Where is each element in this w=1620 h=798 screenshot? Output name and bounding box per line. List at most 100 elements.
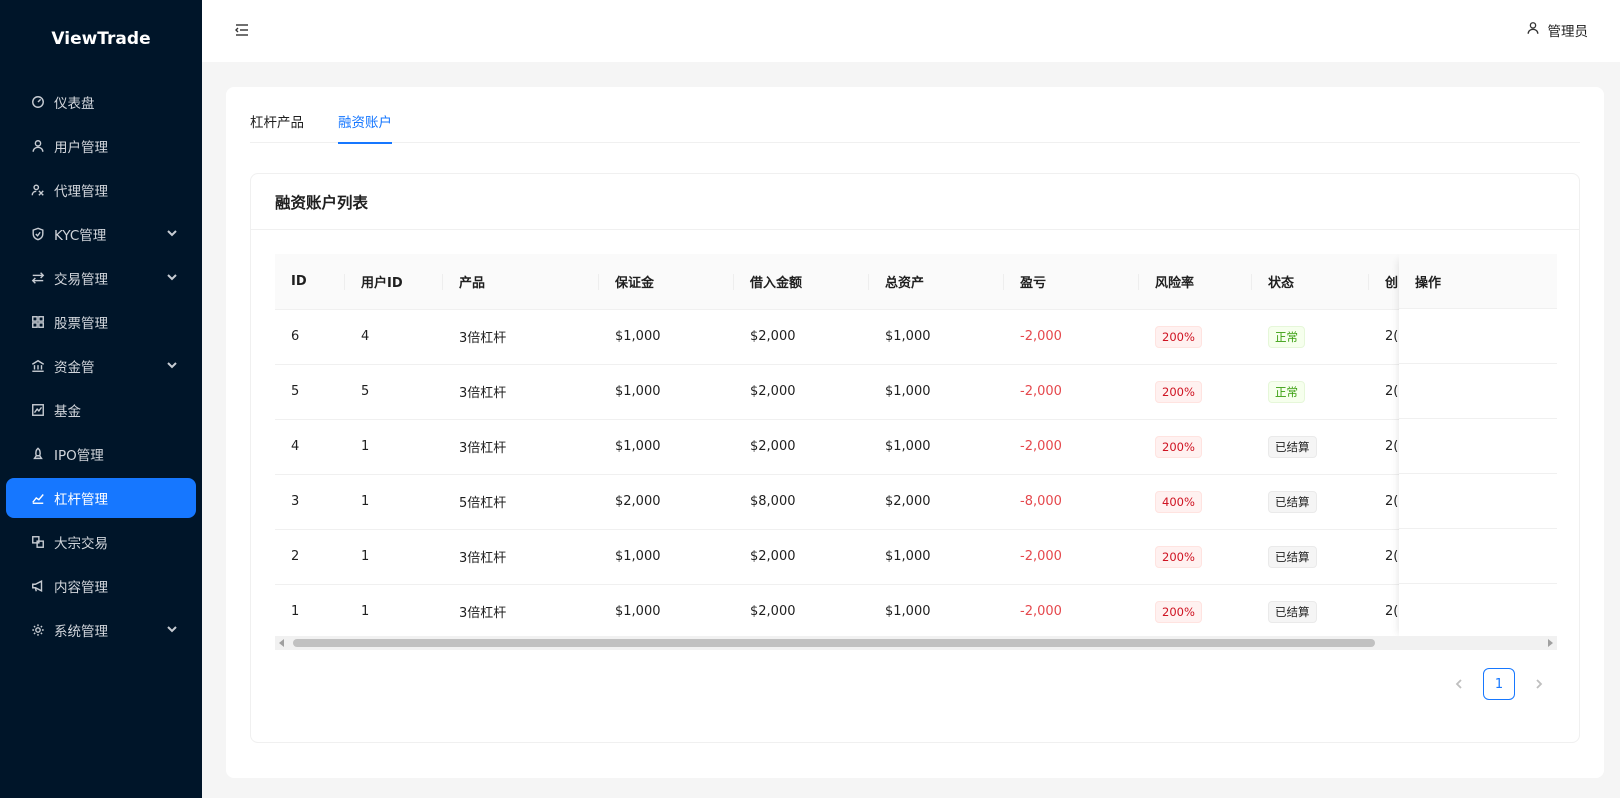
cell-status: 正常	[1252, 309, 1369, 365]
column-header: 总资产	[869, 254, 1004, 310]
risk-rate-badge: 200%	[1155, 435, 1202, 458]
sidebar-item[interactable]: 交易管理	[6, 258, 196, 298]
cell-status: 已结算	[1252, 529, 1369, 585]
cell-user-id: 5	[345, 364, 443, 420]
cell-margin: $1,000	[599, 419, 734, 475]
cell-pnl: -2,000	[1004, 419, 1139, 475]
tab-bar: 杠杆产品 融资账户	[250, 107, 1580, 144]
chevron-down-icon	[166, 227, 178, 239]
scrollbar-thumb[interactable]	[293, 639, 1375, 647]
column-header: 风险率	[1139, 254, 1252, 310]
sidebar-item[interactable]: 股票管理	[6, 302, 196, 342]
block-icon	[30, 534, 46, 550]
sidebar-item[interactable]: 代理管理	[6, 170, 196, 210]
cell-risk: 200%	[1139, 309, 1252, 365]
tab-leverage-products[interactable]: 杠杆产品	[250, 111, 304, 143]
horizontal-scrollbar[interactable]	[275, 636, 1557, 650]
table-body: 6 4 3倍杠杆 $1,000 $2,000 $1,000 -2,000 200% 正常 2(5 5…	[275, 309, 1557, 640]
accounts-table: ID 用户ID 产品 保证金 借入金额 总资产 盈亏 风险率 状态创 6 4 3倍杠杆 $1,000 $…	[275, 254, 1557, 640]
cell-risk: 200%	[1139, 584, 1252, 640]
fund-chart-icon	[30, 402, 46, 418]
tab-financing-accounts[interactable]: 融资账户	[338, 111, 392, 144]
cell-borrowed: $2,000	[734, 584, 869, 640]
column-header-label: 总资产	[885, 275, 925, 291]
cell-total: $1,000	[869, 364, 1004, 420]
table-row: 2 1 3倍杠杆 $1,000 $2,000 $1,000 -2,000 200% 已结算 2(	[275, 529, 1557, 585]
sidebar-item[interactable]: 资金管	[6, 346, 196, 386]
cell-id: 6	[275, 309, 345, 365]
table-row: 1 1 3倍杠杆 $1,000 $2,000 $1,000 -2,000 200% 已结算 2(	[275, 584, 1557, 640]
sidebar-item-label: 资金管	[54, 360, 95, 376]
app-logo: ViewTrade	[51, 29, 151, 49]
prev-page-button[interactable]	[1443, 668, 1475, 700]
column-header-label: 风险率	[1155, 275, 1195, 291]
menu-fold-icon[interactable]	[234, 22, 252, 38]
cell-product: 3倍杠杆	[443, 364, 599, 420]
sidebar-item[interactable]: 内容管理	[6, 566, 196, 606]
actions-cell	[1399, 419, 1557, 474]
cell-id: 5	[275, 364, 345, 420]
cell-status: 已结算	[1252, 419, 1369, 475]
cell-total: $1,000	[869, 309, 1004, 365]
cell-product: 5倍杠杆	[443, 474, 599, 530]
cell-user-id: 1	[345, 474, 443, 530]
cell-borrowed: $2,000	[734, 309, 869, 365]
pagination: 1	[1443, 668, 1555, 700]
sidebar-item[interactable]: 用户管理	[6, 126, 196, 166]
status-badge: 正常	[1268, 325, 1305, 348]
column-header: 盈亏	[1004, 254, 1139, 310]
sidebar-item[interactable]: 大宗交易	[6, 522, 196, 562]
sidebar-item[interactable]: 基金	[6, 390, 196, 430]
cell-product: 3倍杠杆	[443, 419, 599, 475]
column-header-label: 产品	[459, 275, 486, 291]
top-header: 管理员	[202, 0, 1620, 62]
cell-risk: 200%	[1139, 529, 1252, 585]
column-header-label: 借入金额	[750, 275, 803, 291]
user-menu[interactable]: 管理员	[1526, 20, 1589, 40]
grid-icon	[30, 314, 46, 330]
status-badge: 已结算	[1268, 600, 1317, 623]
table-row: 5 5 3倍杠杆 $1,000 $2,000 $1,000 -2,000 200% 正常 2(	[275, 364, 1557, 420]
user-name: 管理员	[1547, 24, 1589, 40]
cell-product: 3倍杠杆	[443, 584, 599, 640]
status-badge: 已结算	[1268, 490, 1317, 513]
scroll-left-arrow-icon[interactable]	[279, 639, 284, 647]
cell-total: $1,000	[869, 529, 1004, 585]
page-number-button[interactable]: 1	[1483, 668, 1515, 700]
scroll-right-arrow-icon[interactable]	[1548, 639, 1553, 647]
accounts-table-wrap: ID 用户ID 产品 保证金 借入金额 总资产 盈亏 风险率 状态创 6 4 3倍杠杆 $1,000 $…	[275, 254, 1557, 650]
sidebar-item[interactable]: 仪表盘	[6, 82, 196, 122]
sidebar-item-label: 交易管理	[54, 272, 108, 288]
table-header-row: ID 用户ID 产品 保证金 借入金额 总资产 盈亏 风险率 状态 创	[275, 254, 1557, 310]
cell-borrowed: $2,000	[734, 529, 869, 585]
cell-margin: $1,000	[599, 364, 734, 420]
status-badge: 已结算	[1268, 545, 1317, 568]
sidebar-item-label: 大宗交易	[54, 536, 108, 552]
cell-margin: $1,000	[599, 529, 734, 585]
cell-product: 3倍杠杆	[443, 309, 599, 365]
risk-rate-badge: 400%	[1155, 490, 1202, 513]
sidebar-item[interactable]: 系统管理	[6, 610, 196, 650]
cell-borrowed: $2,000	[734, 419, 869, 475]
next-page-button[interactable]	[1523, 668, 1555, 700]
cell-status: 正常	[1252, 364, 1369, 420]
sidebar-item-label: 系统管理	[54, 624, 108, 640]
sidebar-item[interactable]: IPO管理	[6, 434, 196, 474]
column-header-label: 用户ID	[361, 275, 403, 291]
cell-risk: 200%	[1139, 419, 1252, 475]
shield-icon	[30, 226, 46, 242]
sidebar-item[interactable]: KYC管理	[6, 214, 196, 254]
cell-margin: $1,000	[599, 584, 734, 640]
table-row: 4 1 3倍杠杆 $1,000 $2,000 $1,000 -2,000 200% 已结算 2(	[275, 419, 1557, 475]
sidebar-item[interactable]: 杠杆管理	[6, 478, 196, 518]
chevron-down-icon	[166, 359, 178, 371]
column-header-label: 状态	[1268, 275, 1295, 291]
risk-rate-badge: 200%	[1155, 380, 1202, 403]
cell-borrowed: $8,000	[734, 474, 869, 530]
risk-rate-badge: 200%	[1155, 545, 1202, 568]
risk-rate-badge: 200%	[1155, 600, 1202, 623]
agent-icon	[30, 182, 46, 198]
cell-total: $1,000	[869, 419, 1004, 475]
cell-user-id: 1	[345, 584, 443, 640]
sidebar-item-label: KYC管理	[54, 228, 107, 244]
